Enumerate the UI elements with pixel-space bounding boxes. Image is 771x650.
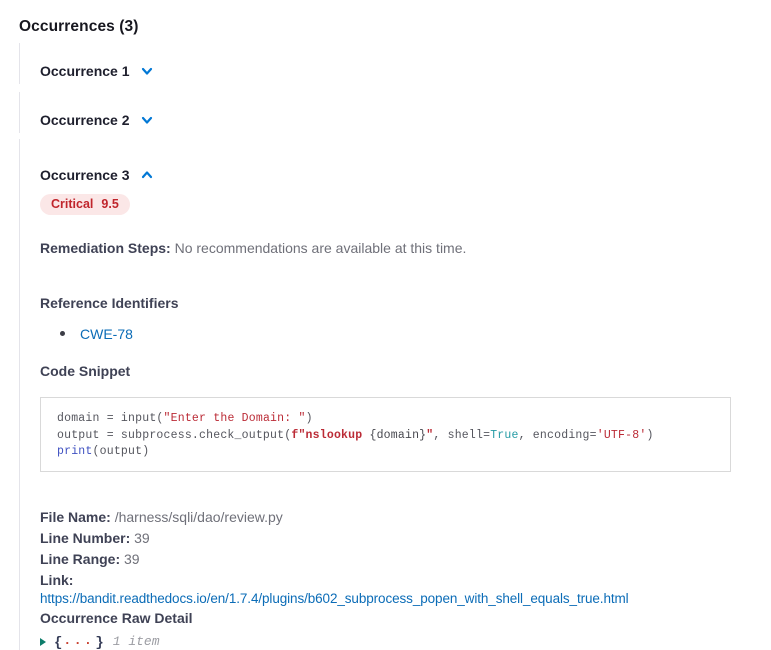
chevron-up-icon <box>140 168 154 182</box>
severity-badge: Critical 9.5 <box>40 194 130 215</box>
detail-field-row: Link: <box>40 570 771 591</box>
occurrence-2-panel: Occurrence 2 <box>19 92 771 133</box>
page-title: Occurrences (3) <box>19 18 771 35</box>
occurrence-raw-detail-heading: Occurrence Raw Detail <box>40 611 771 625</box>
remediation-steps: Remediation Steps: No recommendations ar… <box>40 241 771 256</box>
detail-field-row: Line Number: 39 <box>40 528 771 549</box>
reference-item: CWE-78 <box>40 327 771 341</box>
remediation-text: No recommendations are available at this… <box>175 240 467 256</box>
raw-detail-json-row: {...} 1 item <box>40 633 771 650</box>
detail-fields: File Name: /harness/sqli/dao/review.pyLi… <box>40 507 771 591</box>
occurrence-2-header[interactable]: Occurrence 2 <box>40 112 154 127</box>
occurrence-3-header[interactable]: Occurrence 3 <box>40 167 154 182</box>
reference-link[interactable]: CWE-78 <box>80 326 133 342</box>
occurrence-3-title: Occurrence 3 <box>40 168 130 182</box>
json-ellipsis: ... <box>63 633 94 648</box>
occurrence-1-title: Occurrence 1 <box>40 64 130 78</box>
reference-identifiers-heading: Reference Identifiers <box>40 296 771 310</box>
json-close-brace: } <box>95 635 103 650</box>
occurrences-panel: Occurrences (3) Occurrence 1 Occurrence … <box>0 0 771 650</box>
occurrence-1-panel: Occurrence 1 <box>19 43 771 84</box>
code-snippet-heading: Code Snippet <box>40 364 771 378</box>
bandit-doc-link[interactable]: https://bandit.readthedocs.io/en/1.7.4/p… <box>40 591 629 606</box>
occurrence-3-panel: Occurrence 3 Critical 9.5 Remediation St… <box>19 139 771 650</box>
detail-field-row: Line Range: 39 <box>40 549 771 570</box>
occurrence-1-header[interactable]: Occurrence 1 <box>40 63 154 78</box>
expand-triangle-icon[interactable] <box>40 638 46 646</box>
severity-score: 9.5 <box>101 197 118 211</box>
chevron-down-icon <box>140 64 154 78</box>
code-snippet-body: domain = input("Enter the Domain: ")outp… <box>40 397 731 472</box>
json-item-count: 1 item <box>113 634 160 649</box>
json-collapsed-preview[interactable]: {...} <box>54 633 104 650</box>
reference-list: CWE-78 <box>40 327 771 341</box>
chevron-down-icon <box>140 113 154 127</box>
severity-label: Critical <box>51 197 93 211</box>
occurrence-2-title: Occurrence 2 <box>40 113 130 127</box>
remediation-label: Remediation Steps: <box>40 240 171 256</box>
detail-field-row: File Name: /harness/sqli/dao/review.py <box>40 507 771 528</box>
json-open-brace: { <box>54 635 62 650</box>
